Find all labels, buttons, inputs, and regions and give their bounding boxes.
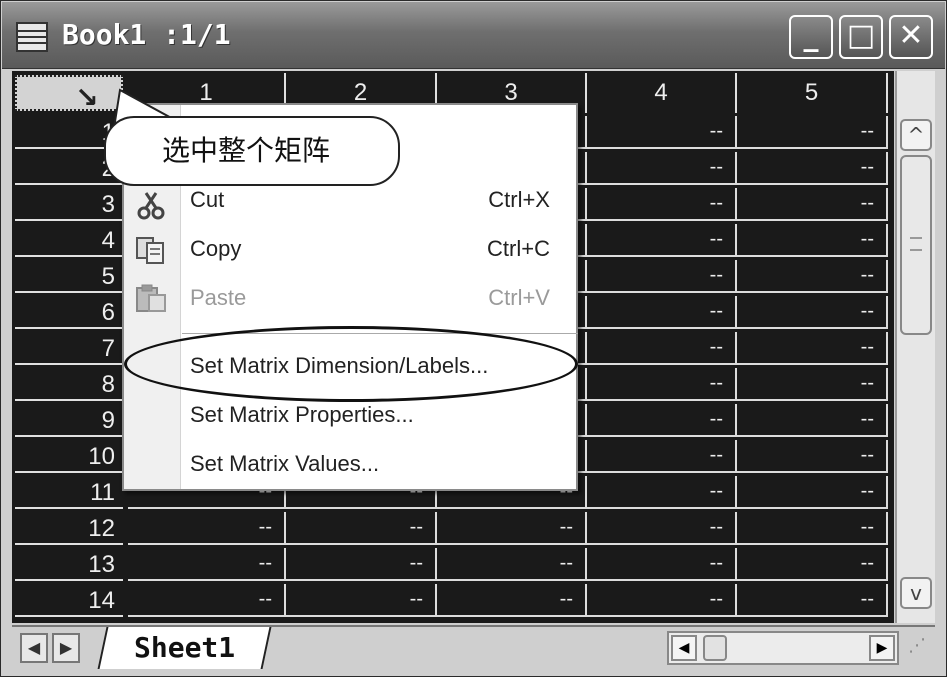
matrix-cell[interactable]: -- [737,584,888,617]
close-button[interactable]: ✕ [889,15,933,59]
matrix-cell[interactable]: -- [587,116,737,149]
maximize-button[interactable]: □ [839,15,883,59]
menu-item-label: Set Matrix Values... [190,451,380,476]
tab-prev-icon[interactable]: ◀ [20,633,48,663]
matrix-cell[interactable]: -- [587,296,737,329]
matrix-cell[interactable]: -- [737,548,888,581]
matrix-cell[interactable]: -- [587,548,737,581]
highlight-ellipse [124,326,578,402]
column-header[interactable]: 4 [587,73,737,113]
matrix-cell[interactable]: -- [128,548,286,581]
matrix-cell[interactable]: -- [587,584,737,617]
row-header[interactable]: 11 [15,476,123,509]
matrix-cell[interactable]: -- [737,440,888,473]
menu-item-copy[interactable]: Copy Ctrl+C [190,226,570,272]
matrix-cell[interactable]: -- [587,152,737,185]
scissors-icon [137,192,165,220]
matrix-cell[interactable]: -- [286,548,437,581]
menu-item-paste[interactable]: Paste Ctrl+V [190,275,570,321]
minimize-button[interactable]: _ [789,15,833,59]
row-header[interactable]: 6 [15,296,123,329]
horizontal-scroll-thumb[interactable] [703,635,727,661]
row-header[interactable]: 14 [15,584,123,617]
menu-item-shortcut: Ctrl+X [488,187,550,212]
matrix-cell[interactable]: -- [737,296,888,329]
scroll-down-icon[interactable]: v [900,577,932,609]
sheet-tab-bar: ◀ ▶ Sheet1 ◀ ▶ ⋰ [12,625,935,669]
matrix-cell[interactable]: -- [437,548,587,581]
tab-next-icon[interactable]: ▶ [52,633,80,663]
matrix-cell[interactable]: -- [587,476,737,509]
vertical-scrollbar[interactable]: ^ v [895,71,935,623]
sheet-tab-sheet1[interactable]: Sheet1 [97,627,272,669]
matrix-cell[interactable]: -- [737,512,888,545]
column-header[interactable]: 5 [737,73,888,113]
matrix-cell[interactable]: -- [737,404,888,437]
scroll-right-icon[interactable]: ▶ [869,635,895,661]
menu-item-label: Set Matrix Properties... [190,402,414,427]
menu-item-set-matrix-values[interactable]: Set Matrix Values... [190,441,570,487]
matrix-book-icon [16,22,48,52]
matrix-cell[interactable]: -- [587,404,737,437]
row-header[interactable]: 13 [15,548,123,581]
title-bar[interactable]: Book1 :1/1 _ □ ✕ [2,2,945,69]
vertical-scroll-thumb[interactable] [900,155,932,335]
matrix-cell[interactable]: -- [737,152,888,185]
row-header[interactable]: 12 [15,512,123,545]
matrix-cell[interactable]: -- [587,332,737,365]
menu-item-label: Copy [190,236,242,261]
window-title: Book1 :1/1 [62,18,231,51]
scroll-left-icon[interactable]: ◀ [671,635,697,661]
menu-item-shortcut: Ctrl+C [487,236,550,261]
row-header[interactable]: 7 [15,332,123,365]
matrix-cell[interactable]: -- [737,368,888,401]
matrix-cell[interactable]: -- [286,512,437,545]
corner-arrow-icon: ↘ [75,81,99,114]
matrix-cell[interactable]: -- [737,332,888,365]
resize-grip-icon[interactable]: ⋰ [908,635,930,661]
matrix-cell[interactable]: -- [437,584,587,617]
row-header[interactable]: 4 [15,224,123,257]
copy-icon [136,237,164,264]
row-header[interactable]: 3 [15,188,123,221]
matrix-cell[interactable]: -- [587,512,737,545]
matrix-cell[interactable]: -- [587,440,737,473]
row-header[interactable]: 9 [15,404,123,437]
row-header[interactable]: 10 [15,440,123,473]
menu-item-label: Paste [190,285,247,310]
matrix-cell[interactable]: -- [587,260,737,293]
matrix-cell[interactable]: -- [587,188,737,221]
menu-item-shortcut: Ctrl+V [488,285,550,310]
matrix-cell[interactable]: -- [128,584,286,617]
row-header[interactable]: 8 [15,368,123,401]
paste-icon [136,284,166,312]
row-header[interactable]: 5 [15,260,123,293]
matrix-cell[interactable]: -- [587,224,737,257]
matrix-cell[interactable]: -- [737,260,888,293]
matrix-cell[interactable]: -- [737,476,888,509]
matrix-cell[interactable]: -- [437,512,587,545]
scroll-up-icon[interactable]: ^ [900,119,932,151]
matrix-cell[interactable]: -- [737,116,888,149]
matrix-cell[interactable]: -- [587,368,737,401]
annotation-callout: 选中整个矩阵 [104,116,400,186]
horizontal-scrollbar[interactable]: ◀ ▶ [667,631,899,665]
matrix-cell[interactable]: -- [737,188,888,221]
menu-item-label: Cut [190,187,225,212]
matrix-cell[interactable]: -- [737,224,888,257]
matrix-cell[interactable]: -- [128,512,286,545]
matrix-cell[interactable]: -- [286,584,437,617]
